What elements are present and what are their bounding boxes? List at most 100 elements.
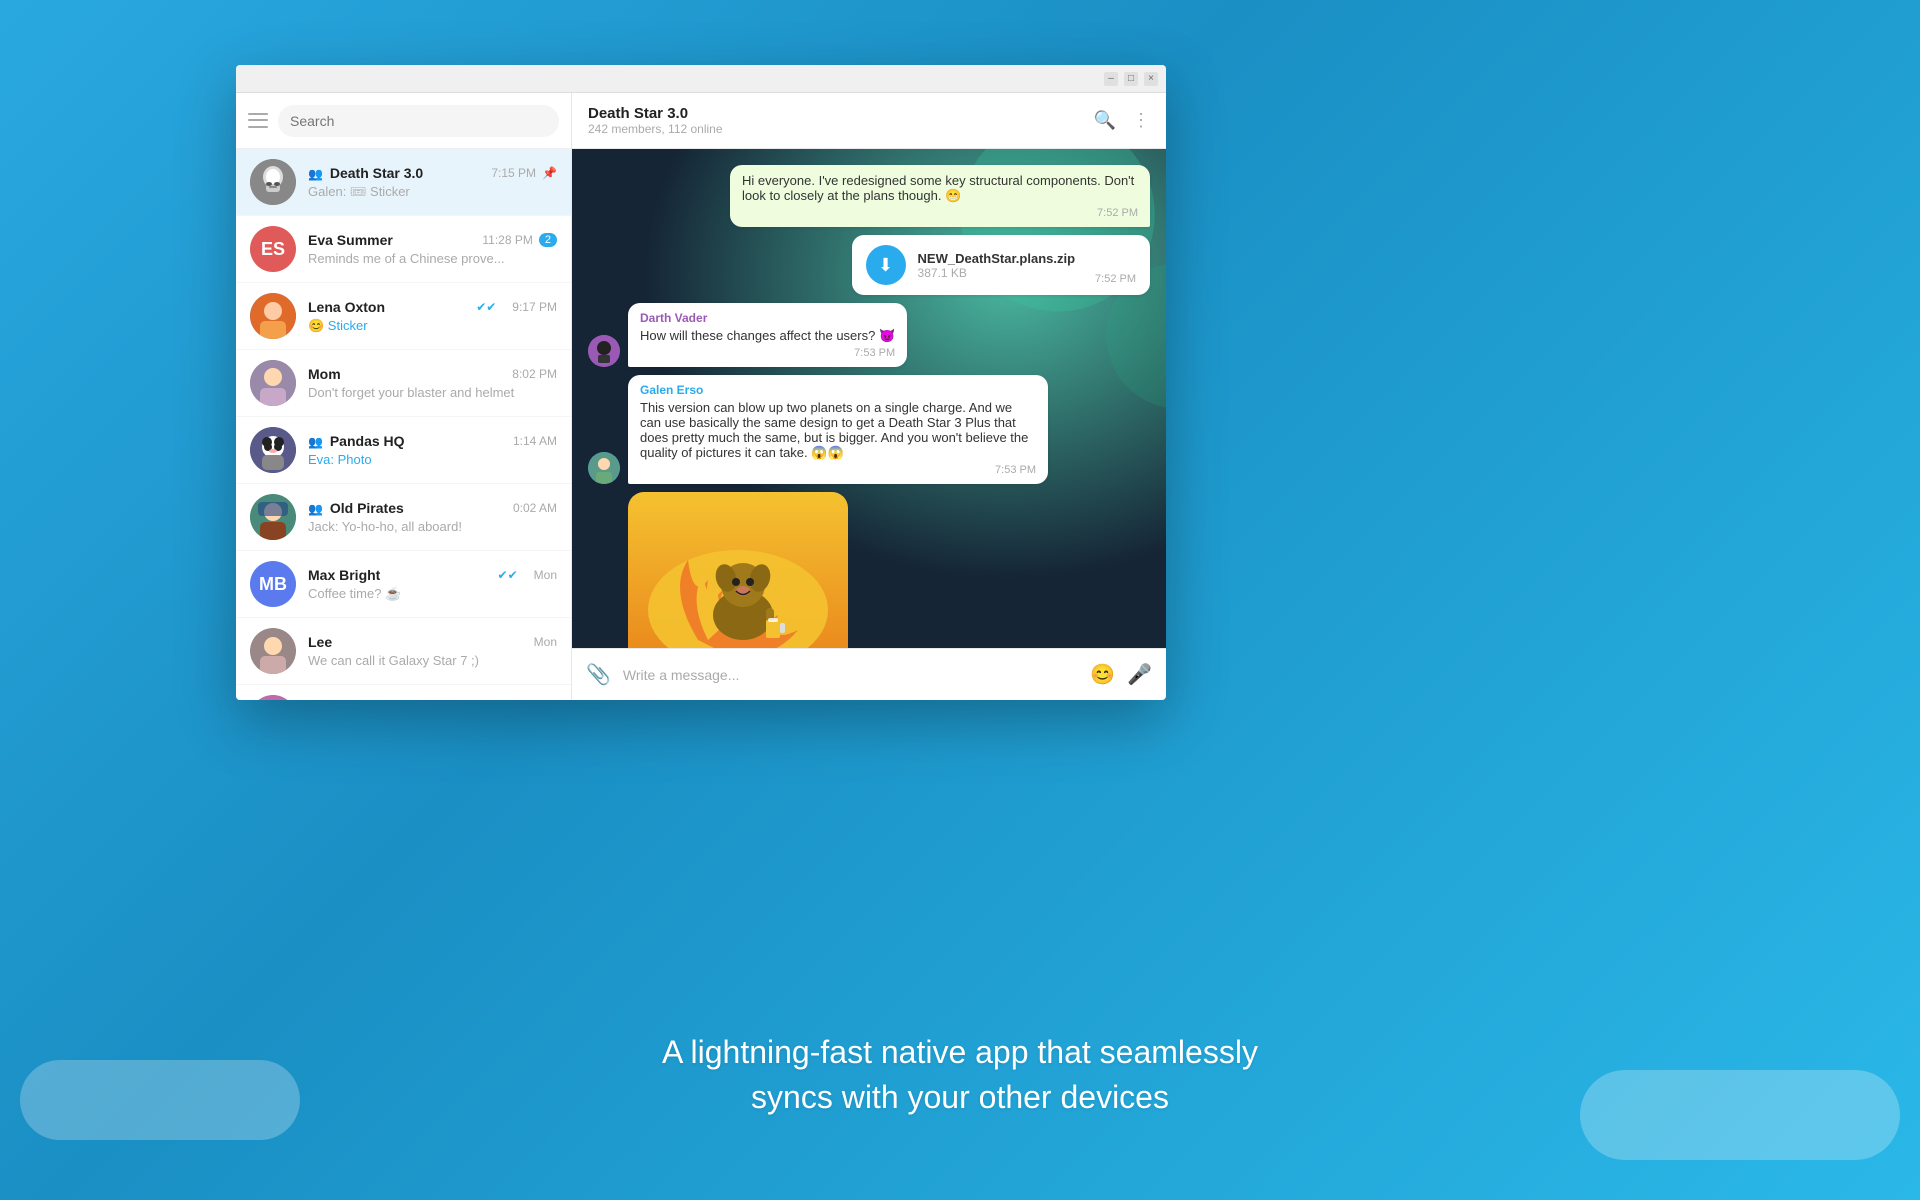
- chat-name: 👥 Old Pirates: [308, 500, 404, 516]
- footer-text: A lightning-fast native app that seamles…: [0, 1030, 1920, 1120]
- avatar: [250, 695, 296, 700]
- chat-time: Mon: [534, 635, 557, 649]
- avatar: [250, 494, 296, 540]
- file-download-icon[interactable]: ⬇: [866, 245, 906, 285]
- chat-time: 8:02 PM: [512, 367, 557, 381]
- chat-title: Death Star 3.0: [588, 105, 1094, 122]
- chat-item-pirates[interactable]: 👥 Old Pirates 0:02 AM Jack: Yo-ho-ho, al…: [236, 484, 571, 551]
- read-receipt: ✔✔: [476, 300, 496, 314]
- search-box[interactable]: [278, 105, 559, 137]
- chat-header-icons: 🔍 ⋮: [1094, 110, 1150, 131]
- group-icon: 👥: [308, 167, 323, 181]
- emoji-icon[interactable]: 😊: [1090, 662, 1115, 687]
- footer-line1: A lightning-fast native app that seamles…: [662, 1034, 1258, 1070]
- more-options-icon[interactable]: ⋮: [1132, 110, 1150, 131]
- chat-item-max[interactable]: MB Max Bright ✔✔ Mon Coffee time? ☕: [236, 551, 571, 618]
- chat-name: Lee: [308, 634, 332, 650]
- avatar: ES: [250, 226, 296, 272]
- chat-preview: We can call it Galaxy Star 7 ;): [308, 653, 557, 668]
- chat-info: 👥 Pandas HQ 1:14 AM Eva: Photo: [308, 433, 557, 467]
- chat-info: Mom 8:02 PM Don't forget your blaster an…: [308, 366, 557, 400]
- unread-badge: 2: [539, 233, 557, 247]
- menu-icon[interactable]: [248, 111, 268, 131]
- search-input[interactable]: [290, 113, 547, 129]
- attachment-icon[interactable]: 📎: [586, 662, 611, 687]
- sidebar: 👥 Death Star 3.0 7:15 PM 📌 Galen: 🎟 Stic…: [236, 93, 572, 700]
- message-bubble: Darth Vader How will these changes affec…: [628, 303, 907, 367]
- chat-item-lena[interactable]: Lena Oxton ✔✔ 9:17 PM 😊 Sticker: [236, 283, 571, 350]
- chat-preview: Jack: Yo-ho-ho, all aboard!: [308, 519, 557, 534]
- chat-preview: Coffee time? ☕: [308, 586, 557, 602]
- message-row-file: ⬇ NEW_DeathStar.plans.zip 387.1 KB 7:52 …: [588, 235, 1150, 295]
- message-time: 7:53 PM: [640, 464, 1036, 476]
- message-text: Hi everyone. I've redesigned some key st…: [742, 173, 1138, 204]
- chat-item-alex[interactable]: Alexandra Z Mon Workout_Shedule.pdf: [236, 685, 571, 700]
- minimize-button[interactable]: –: [1104, 72, 1118, 86]
- chat-item-eva[interactable]: ES Eva Summer 11:28 PM 2 Reminds me of a…: [236, 216, 571, 283]
- file-info: NEW_DeathStar.plans.zip 387.1 KB: [918, 251, 1075, 280]
- messages-area: Hi everyone. I've redesigned some key st…: [572, 149, 1166, 648]
- file-bubble: ⬇ NEW_DeathStar.plans.zip 387.1 KB 7:52 …: [852, 235, 1150, 295]
- chat-name: Mom: [308, 366, 341, 382]
- chat-info: Eva Summer 11:28 PM 2 Reminds me of a Ch…: [308, 232, 557, 266]
- avatar: [250, 628, 296, 674]
- chat-preview: Reminds me of a Chinese prove...: [308, 251, 557, 266]
- group-icon: 👥: [308, 435, 323, 449]
- chat-preview: Eva: Photo: [308, 452, 557, 467]
- sticker-image: [628, 492, 848, 648]
- avatar: [588, 452, 620, 484]
- read-receipt: ✔✔: [498, 568, 518, 582]
- message-text: How will these changes affect the users?…: [640, 328, 895, 344]
- chat-name: Max Bright: [308, 567, 380, 583]
- avatar: [250, 293, 296, 339]
- chat-item-death-star[interactable]: 👥 Death Star 3.0 7:15 PM 📌 Galen: 🎟 Stic…: [236, 149, 571, 216]
- avatar: MB: [250, 561, 296, 607]
- chat-name: 👥 Pandas HQ: [308, 433, 405, 449]
- chat-info: Max Bright ✔✔ Mon Coffee time? ☕: [308, 567, 557, 602]
- chat-preview: Galen: 🎟 Sticker: [308, 184, 557, 200]
- message-time: 7:53 PM: [640, 347, 895, 359]
- message-bubble: Hi everyone. I've redesigned some key st…: [730, 165, 1150, 227]
- avatar: [250, 360, 296, 406]
- sidebar-header: [236, 93, 571, 149]
- group-icon: 👥: [308, 502, 323, 516]
- chat-item-mom[interactable]: Mom 8:02 PM Don't forget your blaster an…: [236, 350, 571, 417]
- chat-time: Mon: [534, 568, 557, 582]
- chat-info: Lee Mon We can call it Galaxy Star 7 ;): [308, 634, 557, 668]
- chat-info: Lena Oxton ✔✔ 9:17 PM 😊 Sticker: [308, 299, 557, 334]
- search-chat-icon[interactable]: 🔍: [1094, 110, 1116, 131]
- app-window: – □ ×: [236, 65, 1166, 700]
- sticker-row: [628, 492, 1150, 648]
- maximize-button[interactable]: □: [1124, 72, 1138, 86]
- sender-name: Darth Vader: [640, 311, 895, 325]
- chat-name: Eva Summer: [308, 232, 393, 248]
- close-button[interactable]: ×: [1144, 72, 1158, 86]
- chat-item-lee[interactable]: Lee Mon We can call it Galaxy Star 7 ;): [236, 618, 571, 685]
- input-area: 📎 😊 🎤: [572, 648, 1166, 700]
- chat-time: 7:15 PM: [491, 166, 536, 180]
- chat-preview: 😊 Sticker: [308, 318, 557, 334]
- message-text: This version can blow up two planets on …: [640, 400, 1036, 461]
- file-name: NEW_DeathStar.plans.zip: [918, 251, 1075, 266]
- footer-line2: syncs with your other devices: [751, 1079, 1169, 1115]
- message-row-vader: Darth Vader How will these changes affec…: [588, 303, 1150, 367]
- chat-subtitle: 242 members, 112 online: [588, 122, 1094, 136]
- chat-preview: Don't forget your blaster and helmet: [308, 385, 557, 400]
- chat-info: 👥 Death Star 3.0 7:15 PM 📌 Galen: 🎟 Stic…: [308, 165, 557, 200]
- chat-time: 11:28 PM: [482, 233, 532, 247]
- microphone-icon[interactable]: 🎤: [1127, 662, 1152, 687]
- chat-time: 9:17 PM: [512, 300, 557, 314]
- message-input[interactable]: [623, 667, 1078, 683]
- chat-time: 1:14 AM: [513, 434, 557, 448]
- avatar: [250, 159, 296, 205]
- chat-list: 👥 Death Star 3.0 7:15 PM 📌 Galen: 🎟 Stic…: [236, 149, 571, 700]
- avatar: [588, 335, 620, 367]
- message-row: Hi everyone. I've redesigned some key st…: [588, 165, 1150, 227]
- message-bubble: Galen Erso This version can blow up two …: [628, 375, 1048, 484]
- file-size: 387.1 KB: [918, 266, 1075, 280]
- chat-header-info: Death Star 3.0 242 members, 112 online: [588, 105, 1094, 136]
- chat-item-pandas[interactable]: 👥 Pandas HQ 1:14 AM Eva: Photo: [236, 417, 571, 484]
- message-time: 7:52 PM: [742, 207, 1138, 219]
- chat-info: 👥 Old Pirates 0:02 AM Jack: Yo-ho-ho, al…: [308, 500, 557, 534]
- pin-icon: 📌: [542, 166, 557, 180]
